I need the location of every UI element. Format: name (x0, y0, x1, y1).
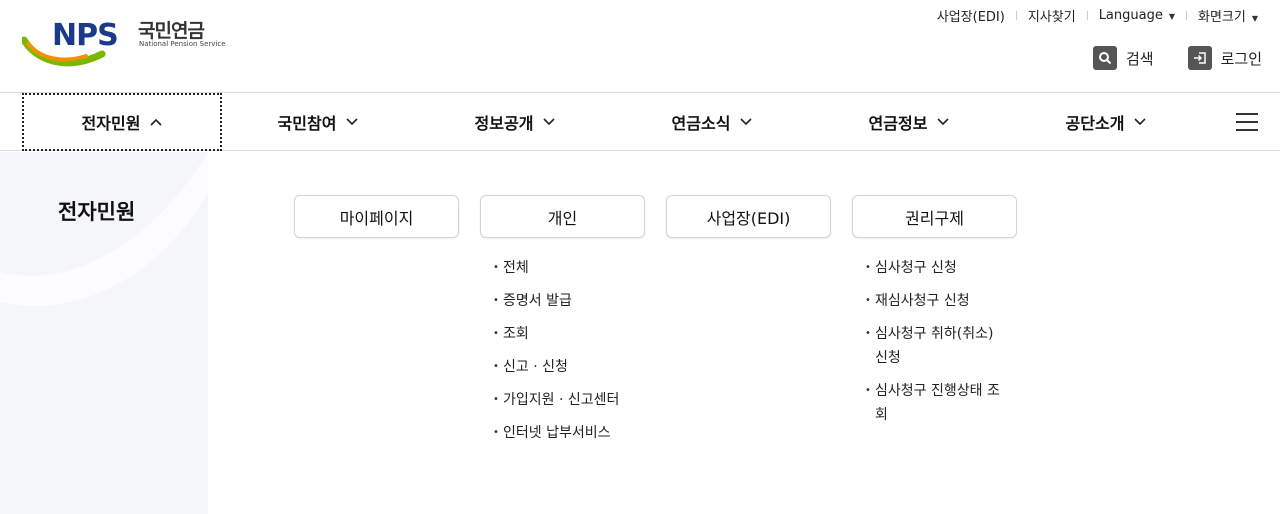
logo-name-ko: 국민연금 (138, 20, 205, 42)
util-divider (1086, 10, 1088, 20)
mega-column-personal: 개인 전체 증명서 발급 조회 신고 · 신청 가입지원 · 신고센터 인터넷 … (480, 195, 645, 454)
gnb-label: 공단소개 (1065, 114, 1125, 133)
mega-column-mypage: 마이페이지 (294, 195, 459, 238)
mega-column-business: 사업장(EDI) (666, 195, 831, 238)
search-icon (1092, 46, 1117, 70)
util-branch-link[interactable]: 지사찾기 (1028, 6, 1076, 25)
search-button[interactable]: 검색 (1092, 46, 1154, 70)
util-screen-size-label: 화면크기 (1198, 9, 1246, 25)
menu-link[interactable]: 조회 (493, 322, 645, 346)
util-divider (1186, 10, 1187, 20)
menu-link[interactable]: 심사청구 취하(취소) 신청 (865, 322, 1005, 370)
menu-link[interactable]: 심사청구 신청 (865, 256, 1017, 280)
mega-side-panel: 전자민원 (0, 152, 208, 514)
chevron-down-icon (937, 118, 950, 126)
global-nav: 전자민원 국민참여 정보공개 연금소식 연금정보 공단소개 (0, 93, 1280, 151)
hamburger-menu-icon[interactable] (1236, 113, 1258, 131)
logo-brand: NPS (52, 18, 119, 53)
gnb-label: 전자민원 (81, 114, 141, 133)
site-header: NPS 국민연금 National Pension Service 사업장(ED… (0, 0, 1280, 93)
login-label: 로그인 (1220, 49, 1262, 68)
util-language-label: Language (1098, 7, 1163, 23)
remedy-link-list: 심사청구 신청 재심사청구 신청 심사청구 취하(취소) 신청 심사청구 진행상… (852, 256, 1017, 427)
caret-down-icon: ▼ (1168, 11, 1175, 21)
logo-name-en: National Pension Service (139, 40, 226, 48)
login-icon (1187, 46, 1212, 70)
gnb-item-pension-info[interactable]: 연금정보 (809, 93, 1009, 151)
menu-link[interactable]: 전체 (493, 256, 645, 280)
chevron-up-icon (150, 118, 163, 126)
mega-menu-title: 전자민원 (58, 200, 136, 224)
menu-link[interactable]: 재심사청구 신청 (865, 289, 1017, 313)
gnb-item-e-civil[interactable]: 전자민원 (22, 93, 222, 151)
gnb-label: 정보공개 (474, 114, 534, 133)
menu-link[interactable]: 가입지원 · 신고센터 (493, 388, 645, 412)
menu-link[interactable]: 인터넷 납부서비스 (493, 421, 645, 445)
personal-button[interactable]: 개인 (480, 195, 645, 238)
search-label: 검색 (1125, 49, 1154, 68)
menu-link[interactable]: 증명서 발급 (493, 289, 645, 313)
mega-column-remedy: 권리구제 심사청구 신청 재심사청구 신청 심사청구 취하(취소) 신청 심사청… (852, 195, 1017, 436)
gnb-label: 연금소식 (671, 114, 731, 133)
gnb-label: 연금정보 (868, 114, 928, 133)
gnb-item-news[interactable]: 연금소식 (612, 93, 812, 151)
util-screen-size-dropdown[interactable]: 화면크기 ▼ (1198, 6, 1258, 25)
mypage-button[interactable]: 마이페이지 (294, 195, 459, 238)
personal-link-list: 전체 증명서 발급 조회 신고 · 신청 가입지원 · 신고센터 인터넷 납부서… (480, 256, 645, 445)
remedy-button[interactable]: 권리구제 (852, 195, 1017, 238)
chevron-down-icon (346, 118, 359, 126)
login-button[interactable]: 로그인 (1187, 46, 1262, 70)
util-business-link[interactable]: 사업장(EDI) (937, 6, 1005, 25)
gnb-item-participation[interactable]: 국민참여 (218, 93, 418, 151)
util-divider (1015, 10, 1017, 20)
gnb-label: 국민참여 (277, 114, 337, 133)
gnb-item-disclosure[interactable]: 정보공개 (415, 93, 615, 151)
menu-link[interactable]: 신고 · 신청 (493, 355, 645, 379)
caret-down-icon: ▼ (1251, 13, 1258, 23)
chevron-down-icon (543, 118, 556, 126)
mega-menu-panel: 전자민원 마이페이지 개인 전체 증명서 발급 조회 신고 · 신청 가입지원 … (0, 152, 1280, 514)
menu-link[interactable]: 심사청구 진행상태 조회 (865, 379, 1005, 427)
business-edi-button[interactable]: 사업장(EDI) (666, 195, 831, 238)
gnb-item-about[interactable]: 공단소개 (1006, 93, 1206, 151)
header-actions: 검색 로그인 (1092, 46, 1262, 70)
chevron-down-icon (740, 118, 753, 126)
utility-nav: 사업장(EDI) 지사찾기 Language ▼ 화면크기 ▼ (937, 6, 1258, 25)
util-language-dropdown[interactable]: Language ▼ (1099, 8, 1175, 23)
nps-logo[interactable]: NPS 국민연금 National Pension Service (22, 14, 226, 72)
chevron-down-icon (1134, 118, 1147, 126)
